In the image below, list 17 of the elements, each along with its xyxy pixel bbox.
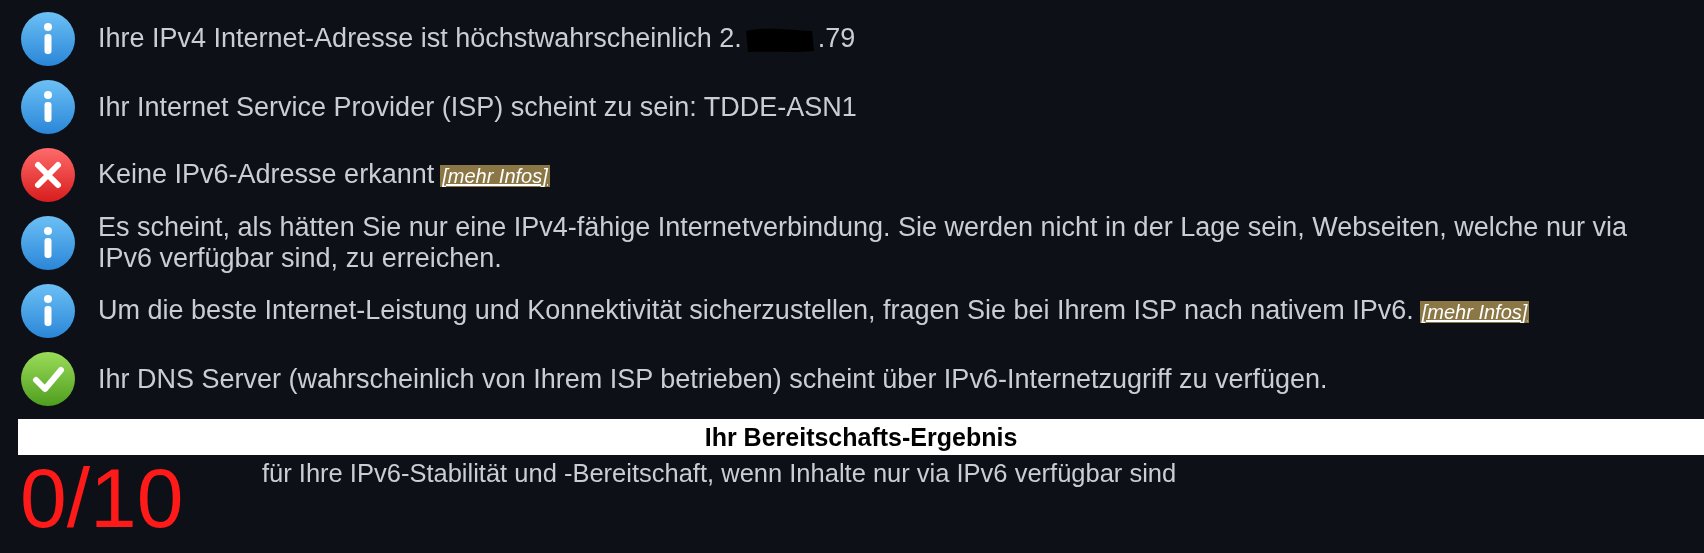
message-text: Ihr Internet Service Provider (ISP) scheint zu sein: TDDE-ASN1 <box>98 91 857 123</box>
more-info-link[interactable]: [mehr Infos] <box>1419 300 1530 323</box>
message-text: Keine IPv6-Adresse erkannt [mehr Infos] <box>98 158 550 191</box>
checkmark-icon <box>20 351 76 407</box>
message-text: Ihre IPv4 Internet-Adresse ist höchstwahrscheinlich 2. .79 <box>98 23 856 55</box>
info-icon <box>20 283 76 339</box>
info-icon <box>20 11 76 67</box>
message-text: Um die beste Internet-Leistung und Konnektivität sicherzustellen, fragen Sie bei Ihrem ISP nach nativem IPv6. [mehr Infos] <box>98 294 1530 327</box>
score: 0/10 <box>20 455 185 541</box>
info-icon <box>20 79 76 135</box>
message-text: Ihr DNS Server (wahrscheinlich von Ihrem ISP betrieben) scheint über IPv6-Internetzugriff zu verfügen. <box>98 363 1328 395</box>
result-heading: Ihr Bereitschafts-Ergebnis <box>704 422 1018 452</box>
message-text: Es scheint, als hätten Sie nur eine IPv4-fähige Internetverbindung. Sie werden nicht in der Lage sein, Webseiten, welche nur via IPv6 verfügbar sind, zu erreichen. <box>98 212 1628 274</box>
error-icon <box>20 147 76 203</box>
score-description: für Ihre IPv6-Stabilität und -Bereitschaft, wenn Inhalte nur via IPv6 verfügbar sind <box>262 459 1177 488</box>
info-icon <box>20 215 76 271</box>
more-info-link[interactable]: [mehr Infos] <box>440 164 550 187</box>
